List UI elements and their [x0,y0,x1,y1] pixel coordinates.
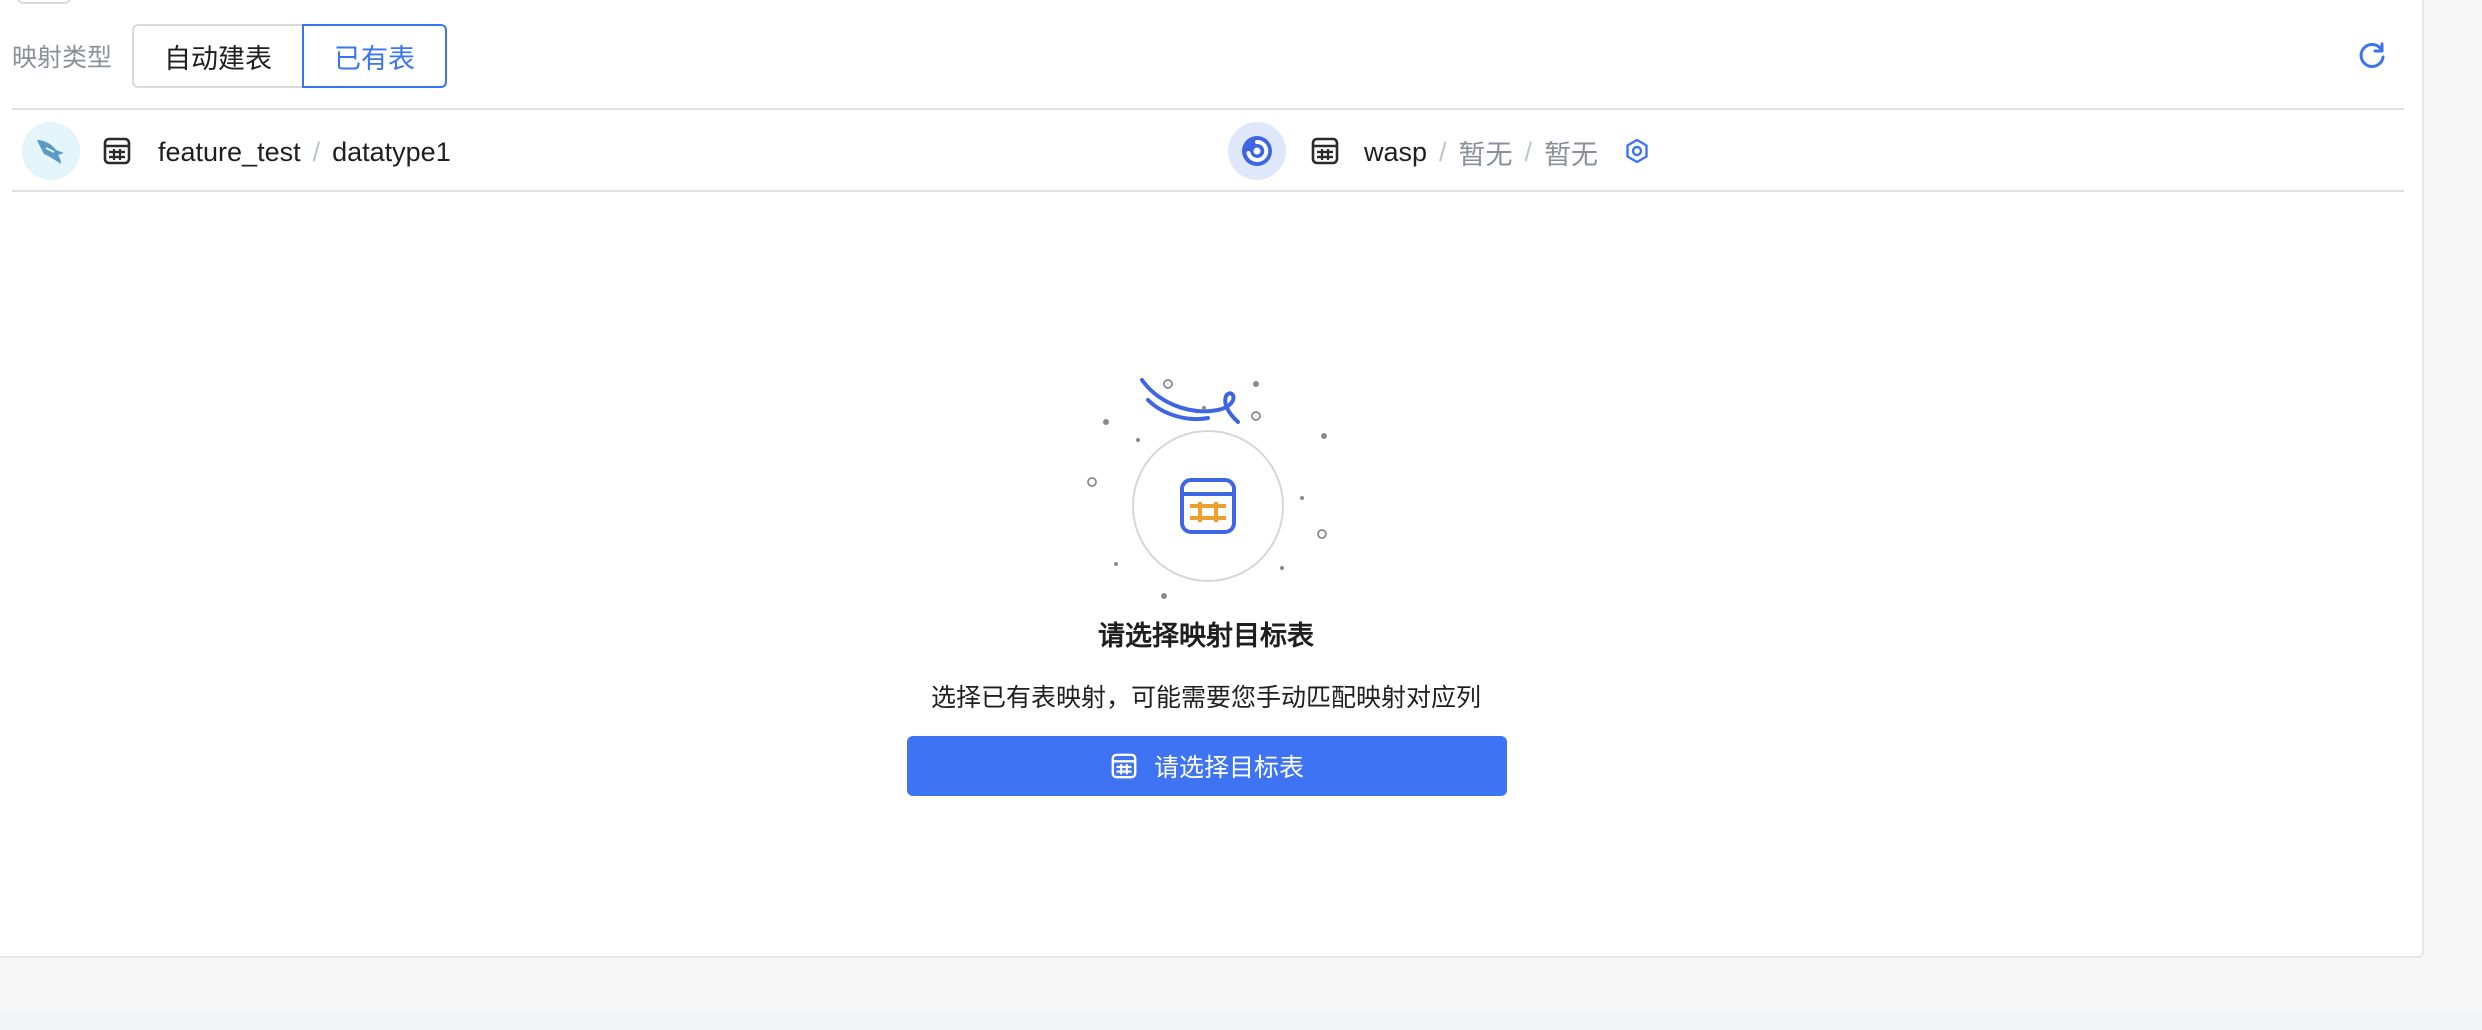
existing-table-option[interactable]: 已有表 [302,24,448,88]
footer-band [0,1014,2482,1030]
target-schema-name: 暂无 [1458,139,1513,170]
mapping-panel: 映射类型 自动建表 已有表 feature_test / datatype1 w… [0,0,2424,958]
target-path: wasp / 暂无 / 暂无 [1364,130,1598,174]
source-table-name: datatype1 [332,136,451,167]
mapping-header-row: feature_test / datatype1 wasp / 暂无 / 暂无 [12,108,2404,192]
auto-create-table-option[interactable]: 自动建表 [132,24,303,88]
settings-gear-icon[interactable] [1624,138,1650,164]
target-db-name: wasp [1364,136,1428,167]
refresh-icon[interactable] [2356,40,2388,72]
mapping-type-row: 映射类型 自动建表 已有表 [12,24,448,88]
empty-table-illustration [1087,378,1327,599]
path-separator: / [312,136,321,167]
empty-state-description: 选择已有表映射，可能需要您手动匹配映射对应列 [930,684,1481,712]
source-path: feature_test / datatype1 [158,130,451,174]
target-table-name: 暂无 [1544,139,1599,170]
mapping-type-label: 映射类型 [12,44,113,72]
mapping-type-segmented: 自动建表 已有表 [132,24,448,88]
select-target-table-button[interactable]: 请选择目标表 [907,736,1507,796]
table-icon [103,137,131,165]
target-db-logo-icon [1228,122,1286,180]
collapsed-control[interactable] [16,0,72,4]
path-separator: / [1524,136,1533,167]
source-db-name: feature_test [158,136,301,167]
table-icon [1311,137,1339,165]
table-icon [1111,753,1137,779]
select-target-table-label: 请选择目标表 [1153,754,1304,782]
mysql-dolphin-icon [22,122,80,180]
path-separator: / [1439,136,1447,167]
empty-state-title: 请选择映射目标表 [1098,621,1314,651]
